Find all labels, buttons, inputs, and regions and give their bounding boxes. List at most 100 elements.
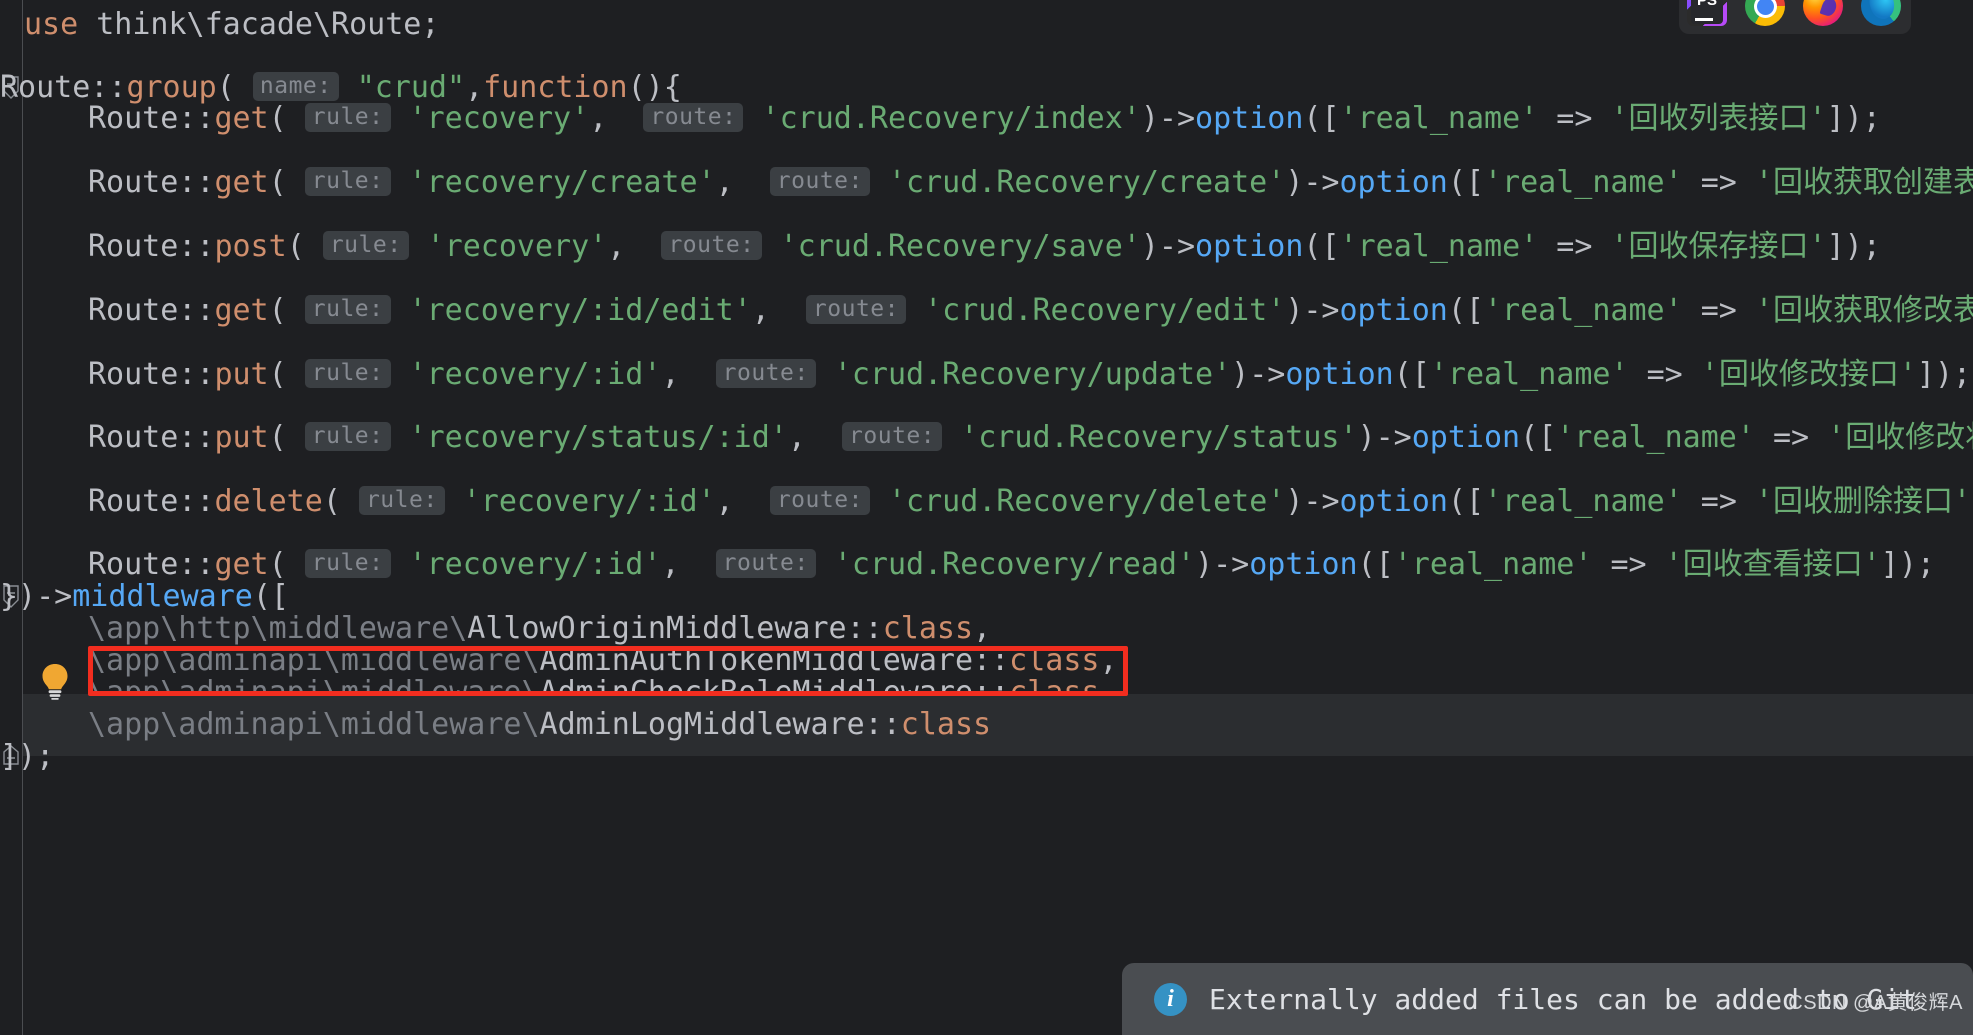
- code-token: class: [900, 707, 992, 742]
- code-line[interactable]: Route::get( rule: 'recovery', route: 'cr…: [0, 88, 1881, 150]
- code-token: option: [1339, 165, 1448, 200]
- code-token: Route::: [88, 484, 215, 519]
- code-token: ]);: [1826, 101, 1881, 136]
- code-token: 'real_name': [1393, 547, 1593, 582]
- code-token: ([: [1357, 547, 1394, 582]
- code-token: use: [24, 7, 97, 42]
- code-token: )->: [1285, 293, 1340, 328]
- code-token: 'recovery/create': [408, 165, 716, 200]
- code-token: Route::: [88, 420, 215, 455]
- code-token: 'real_name': [1484, 293, 1683, 328]
- inlay-parameter-hint: rule:: [304, 359, 391, 389]
- taskbar-item-chrome[interactable]: [1745, 0, 1787, 28]
- info-icon: i: [1154, 982, 1187, 1016]
- code-line[interactable]: ]);: [0, 726, 54, 788]
- code-token: 'crud.Recovery/read': [833, 547, 1196, 582]
- taskbar-item-edge[interactable]: [1861, 0, 1903, 28]
- code-token: ]);: [1826, 229, 1881, 264]
- code-token: =>: [1592, 547, 1665, 582]
- inlay-parameter-hint: route:: [769, 486, 870, 516]
- code-token: option: [1249, 547, 1358, 582]
- code-token: AdminLogMiddleware::: [539, 707, 901, 742]
- code-token: ]);: [1916, 357, 1972, 392]
- code-token: )->: [1231, 357, 1286, 392]
- lightbulb-icon[interactable]: [38, 662, 72, 700]
- code-line[interactable]: Route::get( rule: 'recovery/:id', route:…: [0, 534, 1935, 596]
- code-line[interactable]: Route::get( rule: 'recovery/:id/edit', r…: [0, 280, 1973, 342]
- inlay-parameter-hint: route:: [769, 167, 870, 197]
- phpstorm-icon-bar: [1695, 18, 1713, 21]
- code-token: Route::: [88, 293, 215, 328]
- code-token: 'real_name': [1339, 101, 1539, 136]
- code-token: ([: [1447, 484, 1485, 519]
- code-token: option: [1285, 357, 1394, 392]
- inlay-parameter-hint: route:: [715, 549, 816, 579]
- code-token: ,: [661, 357, 716, 392]
- code-editor[interactable]: use think\facade\Route; Route::group( nam…: [0, 0, 1973, 1035]
- code-token: =>: [1682, 484, 1755, 519]
- code-surface[interactable]: use think\facade\Route; Route::group( nam…: [0, 0, 1973, 1035]
- code-line[interactable]: Route::delete( rule: 'recovery/:id', rou…: [0, 471, 1973, 533]
- code-line[interactable]: \app\adminapi\middleware\AdminLogMiddlew…: [0, 694, 991, 756]
- code-token: '回收列表接口': [1610, 101, 1827, 136]
- code-token: 'crud.Recovery/save': [779, 229, 1141, 264]
- code-token: '回收保存接口': [1610, 229, 1827, 264]
- code-token: get: [214, 101, 269, 136]
- code-token: (: [268, 101, 305, 136]
- code-token: 'recovery': [426, 229, 608, 264]
- code-token: =>: [1538, 101, 1611, 136]
- code-token: Route::: [88, 101, 215, 136]
- inlay-parameter-hint: rule:: [358, 486, 445, 516]
- code-token: =>: [1538, 229, 1611, 264]
- code-token: '回收获取修改表单接口': [1754, 293, 1973, 328]
- taskbar-item-phpstorm[interactable]: PS: [1687, 0, 1729, 28]
- code-line[interactable]: use think\facade\Route;: [0, 0, 439, 56]
- code-token: ([: [1303, 229, 1340, 264]
- code-line[interactable]: Route::put( rule: 'recovery/status/:id',…: [0, 407, 1973, 469]
- code-token: ,: [751, 293, 806, 328]
- code-token: 'recovery/:id': [462, 484, 716, 519]
- code-line[interactable]: Route::put( rule: 'recovery/:id', route:…: [0, 344, 1971, 406]
- code-token: )->: [1357, 420, 1412, 455]
- code-token: ([: [1447, 165, 1484, 200]
- code-token: think\facade\Route;: [96, 7, 440, 42]
- code-token: ,: [589, 101, 644, 136]
- code-token: ([: [1393, 357, 1430, 392]
- code-line[interactable]: Route::post( rule: 'recovery', route: 'c…: [0, 216, 1881, 278]
- code-token: ,: [715, 484, 770, 519]
- code-token: '回收查看接口': [1664, 547, 1881, 582]
- code-token: (: [322, 484, 359, 519]
- code-token: 'real_name': [1556, 420, 1755, 455]
- code-token: (: [268, 165, 305, 200]
- code-token: '回收修改接口': [1700, 357, 1917, 392]
- taskbar-item-firefox[interactable]: [1803, 0, 1845, 28]
- code-token: delete: [214, 484, 323, 519]
- code-token: 'recovery/:id': [408, 547, 662, 582]
- firefox-icon: [1803, 0, 1843, 26]
- inlay-parameter-hint: rule:: [304, 103, 391, 133]
- code-token: ,: [715, 165, 770, 200]
- code-token: (: [268, 420, 305, 455]
- code-token: 'real_name': [1339, 229, 1539, 264]
- code-token: post: [214, 229, 287, 264]
- code-token: get: [214, 293, 269, 328]
- code-token: class: [1009, 675, 1100, 710]
- code-token: 'crud.Recovery/update': [833, 357, 1232, 392]
- code-token: ,: [1099, 675, 1118, 710]
- code-token: 'real_name': [1429, 357, 1629, 392]
- code-token: 'recovery/:id': [408, 357, 662, 392]
- code-line[interactable]: Route::get( rule: 'recovery/create', rou…: [0, 152, 1973, 214]
- code-token: 'real_name': [1484, 165, 1683, 200]
- inlay-parameter-hint: rule:: [322, 231, 409, 261]
- windows-taskbar[interactable]: PS: [1679, 0, 1911, 34]
- code-token: option: [1195, 101, 1304, 136]
